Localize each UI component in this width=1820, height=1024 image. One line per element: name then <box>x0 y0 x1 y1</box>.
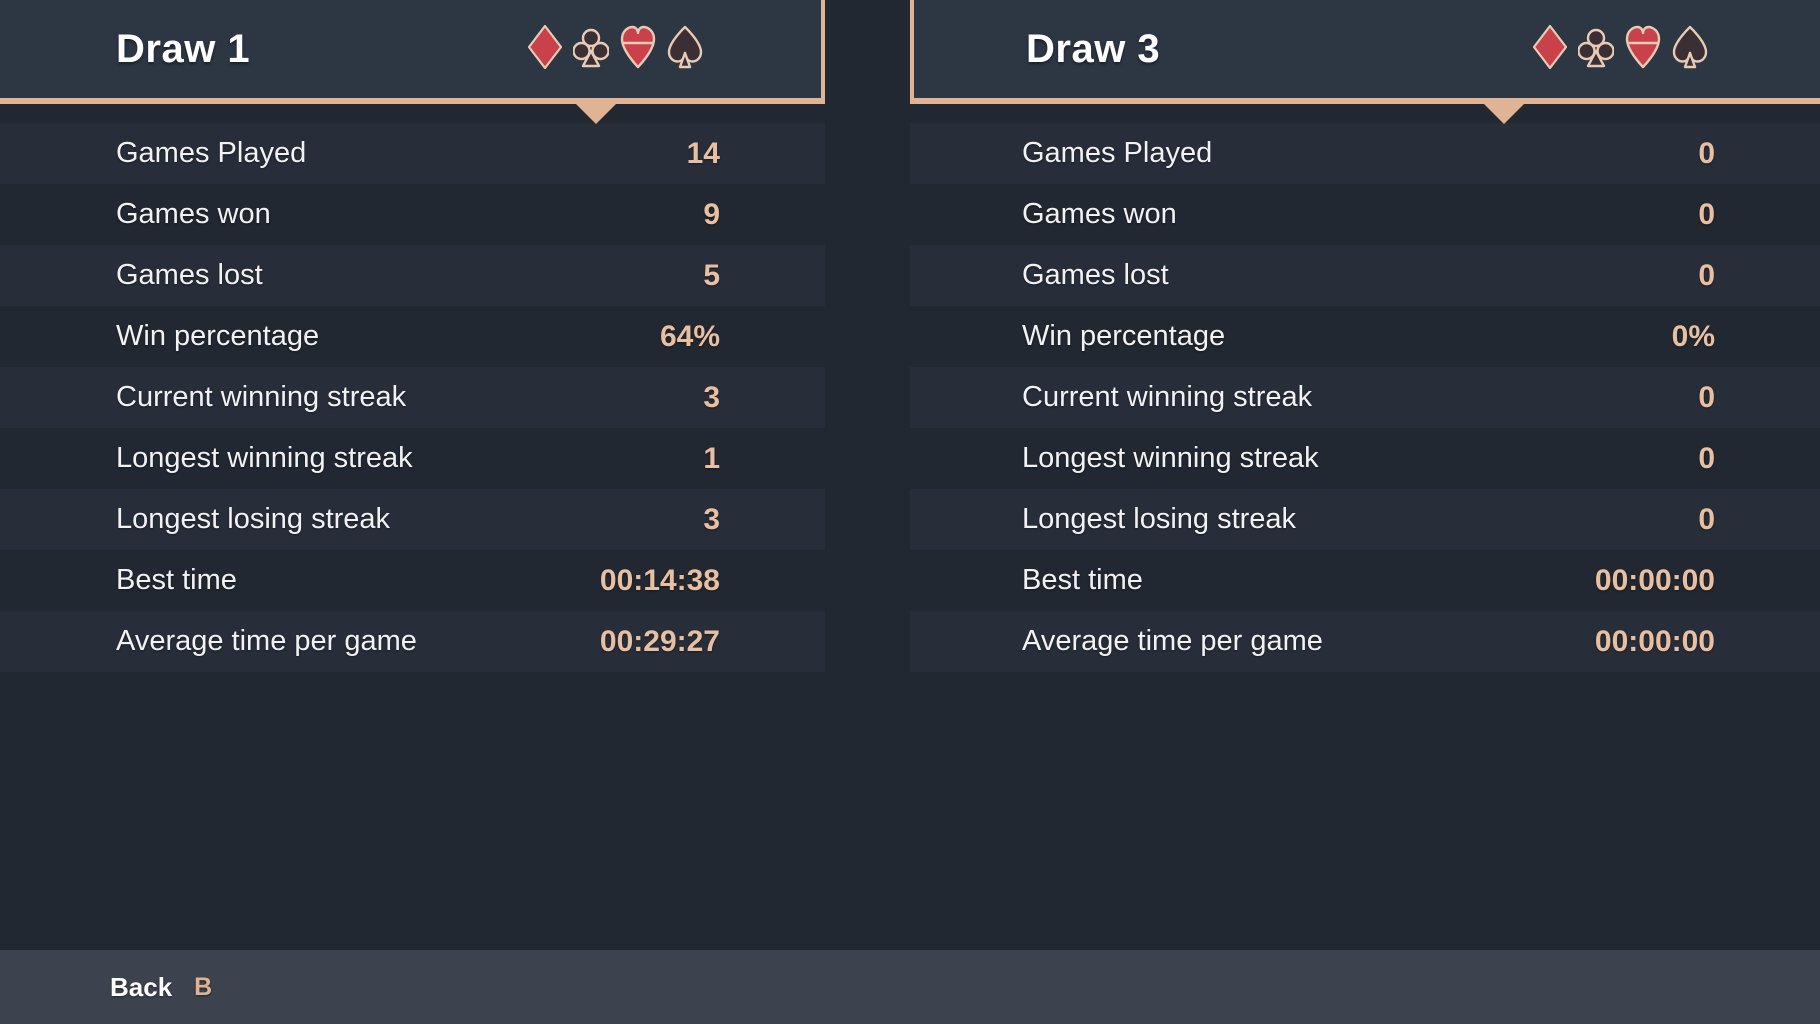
stat-value: 5 <box>703 258 720 292</box>
stat-value: 14 <box>686 136 720 170</box>
statistics-screen: Draw 1 Games Played 14 Games won 9 Games… <box>0 0 1820 1024</box>
table-row: Games won 0 <box>910 184 1820 245</box>
stat-value: 3 <box>703 380 720 414</box>
club-suit-icon <box>572 25 610 74</box>
stat-label: Longest losing streak <box>116 503 391 535</box>
table-row: Games lost 0 <box>910 245 1820 306</box>
stat-value: 00:29:27 <box>599 624 720 658</box>
tab-draw-3-title: Draw 3 <box>1026 26 1161 71</box>
stat-label: Games Played <box>1022 137 1213 169</box>
stat-label: Average time per game <box>1022 625 1323 657</box>
stat-label: Best time <box>116 564 237 596</box>
stat-label: Win percentage <box>116 320 320 352</box>
stat-value: 00:00:00 <box>1594 624 1715 658</box>
tab-draw-1-title: Draw 1 <box>116 26 251 71</box>
stat-label: Current winning streak <box>1022 381 1313 413</box>
stat-label: Games won <box>1022 198 1177 230</box>
table-row: Longest losing streak 3 <box>0 489 825 550</box>
back-button-label: Back <box>110 971 173 1002</box>
table-row: Longest losing streak 0 <box>910 489 1820 550</box>
stat-value: 0 <box>1698 258 1715 292</box>
spade-suit-icon <box>1672 25 1708 74</box>
spade-suit-icon <box>667 25 703 74</box>
table-row: Best time 00:14:38 <box>0 550 825 611</box>
stat-label: Longest winning streak <box>1022 442 1319 474</box>
stat-value: 00:00:00 <box>1594 563 1715 597</box>
stat-label: Games Played <box>116 137 307 169</box>
table-row: Average time per game 00:29:27 <box>0 611 825 672</box>
tab-draw-3[interactable]: Draw 3 <box>910 0 1820 104</box>
stat-value: 64% <box>659 319 720 353</box>
stats-column-draw-1: Draw 1 Games Played 14 Games won 9 Games… <box>0 0 910 950</box>
stats-column-draw-3: Draw 3 Games Played 0 Games won 0 Games … <box>910 0 1820 950</box>
table-row: Average time per game 00:00:00 <box>910 611 1820 672</box>
suit-icon-group <box>1532 23 1708 74</box>
stat-label: Best time <box>1022 564 1143 596</box>
stat-value: 00:14:38 <box>599 563 720 597</box>
table-row: Games lost 5 <box>0 245 825 306</box>
stat-label: Games lost <box>1022 259 1169 291</box>
tab-draw-3-pointer <box>1484 104 1524 124</box>
statistics-columns: Draw 1 Games Played 14 Games won 9 Games… <box>0 0 1820 950</box>
stat-label: Games lost <box>116 259 263 291</box>
stat-value: 0 <box>1698 136 1715 170</box>
stat-value: 0 <box>1698 380 1715 414</box>
stats-list-draw-3: Games Played 0 Games won 0 Games lost 0 … <box>910 104 1820 672</box>
bottom-bar: Back B <box>0 950 1820 1024</box>
stat-value: 0 <box>1698 197 1715 231</box>
stat-value: 9 <box>703 197 720 231</box>
table-row: Longest winning streak 1 <box>0 428 825 489</box>
tab-draw-1[interactable]: Draw 1 <box>0 0 825 104</box>
table-row: Games won 9 <box>0 184 825 245</box>
table-row: Current winning streak 3 <box>0 367 825 428</box>
stat-value: 0% <box>1671 319 1715 353</box>
table-row: Games Played 14 <box>0 123 825 184</box>
table-row: Games Played 0 <box>910 123 1820 184</box>
back-button-keybind: B <box>194 972 213 1001</box>
back-button[interactable]: Back B <box>110 972 212 1003</box>
stat-value: 1 <box>703 441 720 475</box>
club-suit-icon <box>1577 25 1615 74</box>
stat-label: Average time per game <box>116 625 417 657</box>
stat-label: Longest winning streak <box>116 442 413 474</box>
stat-value: 0 <box>1698 502 1715 536</box>
stat-label: Games won <box>116 198 271 230</box>
stat-value: 0 <box>1698 441 1715 475</box>
stats-list-draw-1: Games Played 14 Games won 9 Games lost 5… <box>0 104 825 672</box>
stat-label: Current winning streak <box>116 381 407 413</box>
table-row: Current winning streak 0 <box>910 367 1820 428</box>
suit-icon-group <box>527 23 703 74</box>
stat-label: Win percentage <box>1022 320 1226 352</box>
table-row: Longest winning streak 0 <box>910 428 1820 489</box>
diamond-suit-icon <box>527 23 563 74</box>
table-row: Win percentage 0% <box>910 306 1820 367</box>
stat-value: 3 <box>703 502 720 536</box>
heart-suit-icon <box>1625 25 1661 74</box>
stat-label: Longest losing streak <box>1022 503 1297 535</box>
table-row: Best time 00:00:00 <box>910 550 1820 611</box>
diamond-suit-icon <box>1532 23 1568 74</box>
heart-suit-icon <box>620 25 656 74</box>
table-row: Win percentage 64% <box>0 306 825 367</box>
tab-draw-1-pointer <box>576 104 616 124</box>
